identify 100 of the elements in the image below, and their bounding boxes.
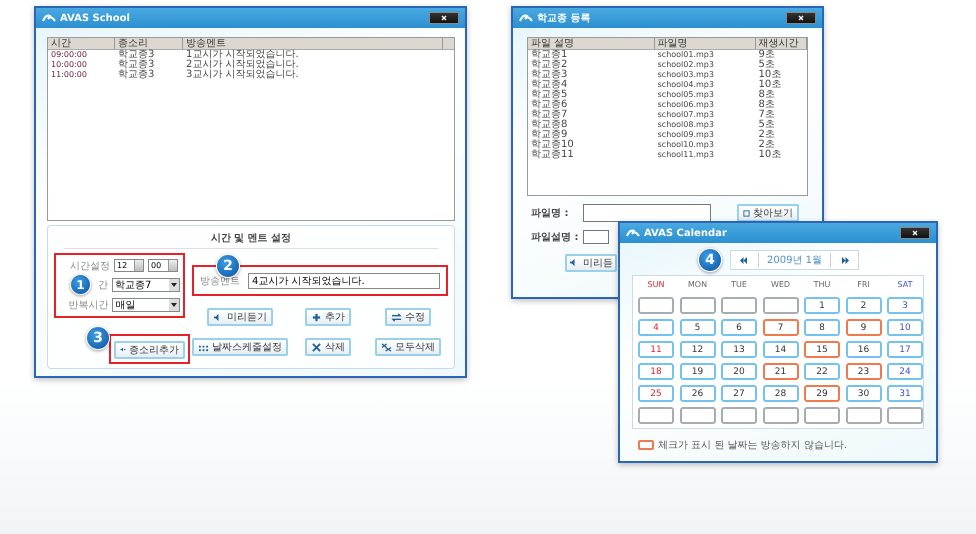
bell-dropdown[interactable]: 학교종7	[112, 278, 180, 292]
table-cell-text: 학교종1	[530, 50, 568, 60]
empty-day-cell	[680, 407, 716, 424]
day-cell[interactable]: 10	[887, 319, 923, 336]
column-header[interactable]: 방송멘트	[183, 38, 443, 49]
window-title: AVAS School	[60, 12, 131, 24]
table-cell-text: 학교종6	[530, 100, 568, 110]
day-cell[interactable]: 14	[762, 341, 798, 358]
table-cell-text: 학교종11	[530, 150, 575, 160]
day-cell[interactable]: 2	[846, 297, 882, 314]
table-cell-text: school04.mp3	[656, 80, 715, 90]
column-header[interactable]: 파일명	[654, 38, 756, 49]
action-button[interactable]: 삭제	[305, 338, 351, 356]
next-icon[interactable]	[841, 256, 850, 264]
table-cell-text: 학교종7	[530, 110, 568, 120]
close-button[interactable]	[786, 12, 816, 24]
table-cell-text: school09.mp3	[656, 130, 715, 140]
field-label: 파일명 :	[531, 207, 570, 220]
day-cell[interactable]: 31	[887, 385, 923, 402]
logo-icon	[42, 13, 56, 23]
number-badge: 4	[698, 248, 722, 272]
empty-day-cell	[804, 407, 840, 424]
column-header[interactable]: 파일 설명	[528, 38, 655, 49]
previous-icon[interactable]	[739, 256, 748, 264]
day-cell[interactable]: 17	[887, 341, 923, 358]
table-cell-text: 학교종2	[530, 60, 568, 70]
close-icon	[798, 15, 804, 21]
preview-button[interactable]: 미리듣	[565, 254, 617, 272]
table-cell-text: school02.mp3	[656, 60, 715, 70]
table-cell-text: 학교종8	[530, 120, 568, 130]
field-label: 파일설명 :	[531, 231, 577, 244]
table-cell-text: school05.mp3	[656, 90, 715, 100]
weekday-label: SAT	[896, 280, 914, 291]
table-cell-text: 5초	[758, 120, 776, 130]
day-cell[interactable]: 5	[680, 319, 716, 336]
day-cell[interactable]: 28	[762, 385, 798, 402]
day-cell[interactable]: 25	[638, 385, 674, 402]
day-cell[interactable]: 18	[638, 363, 674, 380]
empty-day-cell	[638, 407, 674, 424]
table-cell-text: 8초	[758, 90, 776, 100]
weekday-label: MON	[686, 280, 708, 291]
window-title: 학교종 등록	[537, 12, 592, 25]
minute-spinner[interactable]: 00	[148, 259, 178, 272]
day-cell[interactable]: 7	[762, 319, 798, 336]
add-bell-button[interactable]: 종소리추가	[114, 340, 185, 358]
day-cell[interactable]: 19	[680, 363, 716, 380]
table-cell-text: 8초	[758, 100, 776, 110]
close-button[interactable]	[900, 227, 930, 239]
day-cell[interactable]: 27	[721, 385, 757, 402]
field-label: 간	[98, 279, 108, 292]
window-title: AVAS Calendar	[644, 228, 728, 238]
day-cell[interactable]: 16	[846, 341, 882, 358]
action-button[interactable]: 모두삭제	[375, 338, 441, 356]
day-cell[interactable]: 4	[638, 319, 674, 336]
day-cell[interactable]: 21	[762, 363, 798, 380]
day-cell[interactable]: 6	[721, 319, 757, 336]
weekday-label: FRI	[856, 280, 871, 291]
table-cell-text: 2교시가 시작되었습니다.	[185, 60, 300, 70]
day-cell[interactable]: 11	[638, 341, 674, 358]
table-cell-text: 5초	[758, 60, 775, 70]
action-button[interactable]: 수정	[385, 308, 431, 326]
table-cell-text: 학교종3	[117, 50, 156, 60]
logo-icon	[519, 13, 533, 23]
day-cell[interactable]: 8	[804, 319, 840, 336]
day-cell[interactable]: 23	[846, 363, 882, 380]
repeat-dropdown[interactable]: 매일	[112, 298, 180, 312]
comment-input[interactable]: 4교시가 시작되었습니다.	[248, 272, 440, 288]
column-header[interactable]: 종소리	[115, 38, 183, 49]
day-cell[interactable]: 30	[846, 385, 882, 402]
day-cell[interactable]: 15	[804, 341, 840, 358]
action-button[interactable]: 추가	[305, 308, 351, 326]
number-badge: 1	[70, 274, 91, 295]
table-cell-text: 학교종5	[530, 90, 568, 100]
day-cell[interactable]: 3	[887, 297, 923, 314]
column-header[interactable]: 재생시간	[756, 38, 807, 49]
action-button[interactable]: 날짜스케줄설정	[192, 338, 288, 356]
day-cell[interactable]: 29	[804, 385, 840, 402]
empty-day-cell	[721, 407, 757, 424]
day-cell[interactable]: 20	[721, 363, 757, 380]
file-name-input[interactable]	[583, 204, 711, 222]
arrows-icon	[391, 312, 402, 322]
close-button[interactable]	[429, 12, 459, 24]
column-header[interactable]: 시간	[48, 38, 115, 49]
table-cell-text: school08.mp3	[656, 120, 715, 130]
day-cell[interactable]: 1	[804, 297, 840, 314]
browse-button[interactable]: 찾아보기	[737, 204, 799, 222]
day-cell[interactable]: 12	[680, 341, 716, 358]
table-cell-text: 학교종10	[530, 140, 575, 150]
action-button[interactable]: 미리듣기	[207, 308, 273, 326]
empty-day-cell	[680, 297, 716, 314]
day-cell[interactable]: 26	[680, 385, 716, 402]
day-cell[interactable]: 9	[846, 319, 882, 336]
file-description-input[interactable]	[583, 230, 609, 244]
day-cell[interactable]: 24	[887, 363, 923, 380]
field-label: 반복시간	[67, 299, 108, 312]
section-title: 시간 및 멘트 설정	[64, 231, 438, 249]
empty-day-cell	[762, 297, 798, 314]
hour-spinner[interactable]: 12	[114, 259, 144, 272]
day-cell[interactable]: 13	[721, 341, 757, 358]
day-cell[interactable]: 22	[804, 363, 840, 380]
